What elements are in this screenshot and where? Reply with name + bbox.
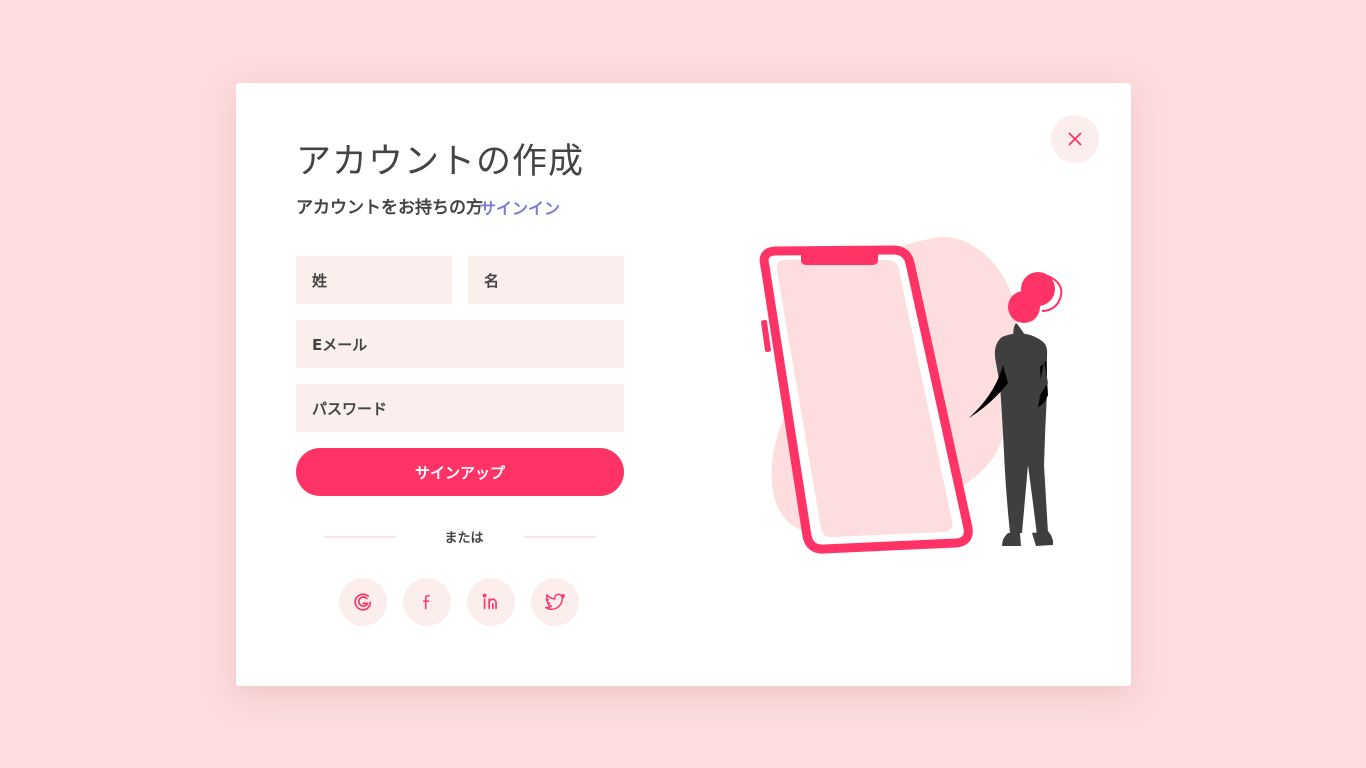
divider-left <box>324 536 396 538</box>
last-name-field[interactable]: 姓 <box>296 256 452 304</box>
first-name-field[interactable]: 名 <box>468 256 624 304</box>
page-title: アカウントの作成 <box>296 142 585 182</box>
signup-modal: アカウントの作成 アカウントをお持ちの方 サインイン 姓 名 Eメール パスワー… <box>236 83 1131 686</box>
twitter-button[interactable] <box>531 578 579 626</box>
google-icon <box>354 593 372 611</box>
facebook-icon <box>422 595 430 610</box>
or-label: または <box>444 531 484 546</box>
first-name-placeholder: 名 <box>484 271 500 290</box>
linkedin-button[interactable] <box>467 578 515 626</box>
twitter-icon <box>545 593 565 611</box>
divider-right <box>524 536 596 538</box>
email-field[interactable]: Eメール <box>296 320 624 368</box>
signup-button[interactable]: サインアップ <box>296 448 624 496</box>
linkedin-icon <box>482 593 497 610</box>
close-icon <box>1068 132 1082 146</box>
close-button[interactable] <box>1051 115 1099 163</box>
email-placeholder: Eメール <box>312 335 368 354</box>
signup-button-label: サインアップ <box>414 463 505 482</box>
password-field[interactable]: パスワード <box>296 384 624 432</box>
have-account-text: アカウントをお持ちの方 <box>296 198 483 218</box>
facebook-button[interactable] <box>403 578 451 626</box>
password-placeholder: パスワード <box>312 399 388 418</box>
phone-illustration <box>759 236 1063 554</box>
google-button[interactable] <box>339 578 387 626</box>
signin-link[interactable]: サインイン <box>480 195 560 219</box>
phone-notch <box>801 254 878 265</box>
last-name-placeholder: 姓 <box>312 271 328 290</box>
